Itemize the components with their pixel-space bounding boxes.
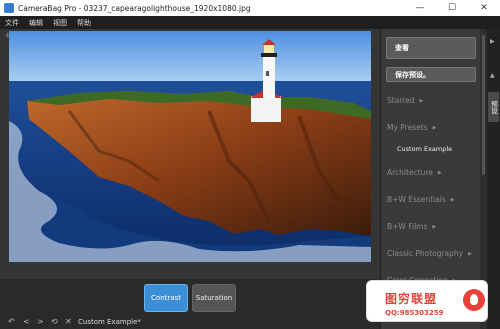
menu-view[interactable]: 视图 bbox=[53, 18, 67, 28]
preset-custom-example[interactable]: Custom Example bbox=[397, 145, 452, 153]
adjustment-strip: Contrast Saturation ↶ < > ⟲ ✕ Custom Exa… bbox=[0, 279, 380, 329]
watermark-badge: 图穷联盟 QQ:985303259 bbox=[366, 280, 488, 322]
category-bw-films[interactable]: B+W Films ▶ bbox=[387, 222, 436, 231]
minimize-button[interactable]: — bbox=[404, 0, 436, 16]
category-architecture[interactable]: Architecture ▶ bbox=[387, 168, 442, 177]
title-bar: CameraBag Pro - 03237_capearagolighthous… bbox=[0, 0, 500, 16]
presets-side-tab[interactable]: 预设 bbox=[488, 92, 499, 122]
reset-icon[interactable]: ⟲ bbox=[51, 317, 58, 326]
window-title: CameraBag Pro - 03237_capearagolighthous… bbox=[18, 3, 251, 13]
photo-canvas[interactable] bbox=[9, 31, 371, 262]
chevron-right-icon: ▶ bbox=[432, 224, 437, 230]
undo-icon[interactable]: ↶ bbox=[8, 317, 15, 326]
next-icon[interactable]: > bbox=[37, 317, 44, 326]
category-classic-photography[interactable]: Classic Photography ▶ bbox=[387, 249, 472, 258]
watermark-subtitle: QQ:985303259 bbox=[385, 309, 444, 317]
menu-bar: 文件 编辑 视图 帮助 bbox=[0, 16, 500, 29]
chevron-right-icon: ▶ bbox=[419, 98, 424, 104]
remove-icon[interactable]: ✕ bbox=[65, 317, 72, 326]
chevron-down-icon: ▶ bbox=[432, 125, 437, 131]
menu-file[interactable]: 文件 bbox=[5, 18, 19, 28]
menu-edit[interactable]: 编辑 bbox=[29, 18, 43, 28]
lighthouse-photo bbox=[9, 31, 371, 262]
save-preset-button[interactable]: 保存预设。 bbox=[386, 67, 476, 82]
category-my-presets[interactable]: My Presets ▶ bbox=[387, 123, 436, 132]
contrast-adjustment-button[interactable]: Contrast bbox=[144, 284, 188, 312]
scroll-up-icon[interactable]: ▲ bbox=[490, 72, 495, 79]
chevron-right-icon: ▶ bbox=[450, 197, 455, 203]
menu-help[interactable]: 帮助 bbox=[77, 18, 91, 28]
category-starred[interactable]: Starred ▶ bbox=[387, 96, 423, 105]
saturation-adjustment-button[interactable]: Saturation bbox=[192, 284, 236, 312]
current-preset-label: Custom Example* bbox=[78, 318, 141, 326]
chevron-right-icon: ▶ bbox=[437, 170, 442, 176]
previous-icon[interactable]: < bbox=[23, 317, 30, 326]
watermark-logo-icon bbox=[463, 289, 485, 311]
close-button[interactable]: ✕ bbox=[468, 0, 500, 16]
collapse-panel-icon[interactable]: ▶ bbox=[490, 38, 495, 45]
chevron-right-icon: ▶ bbox=[468, 251, 472, 257]
view-button[interactable]: 查看 bbox=[386, 37, 476, 59]
maximize-button[interactable]: ☐ bbox=[436, 0, 468, 16]
camerabag-app-icon bbox=[4, 3, 14, 13]
watermark-title: 图穷联盟 bbox=[385, 292, 438, 306]
scrollbar-thumb[interactable] bbox=[482, 35, 485, 175]
category-bw-essentials[interactable]: B+W Essentials ▶ bbox=[387, 195, 455, 204]
